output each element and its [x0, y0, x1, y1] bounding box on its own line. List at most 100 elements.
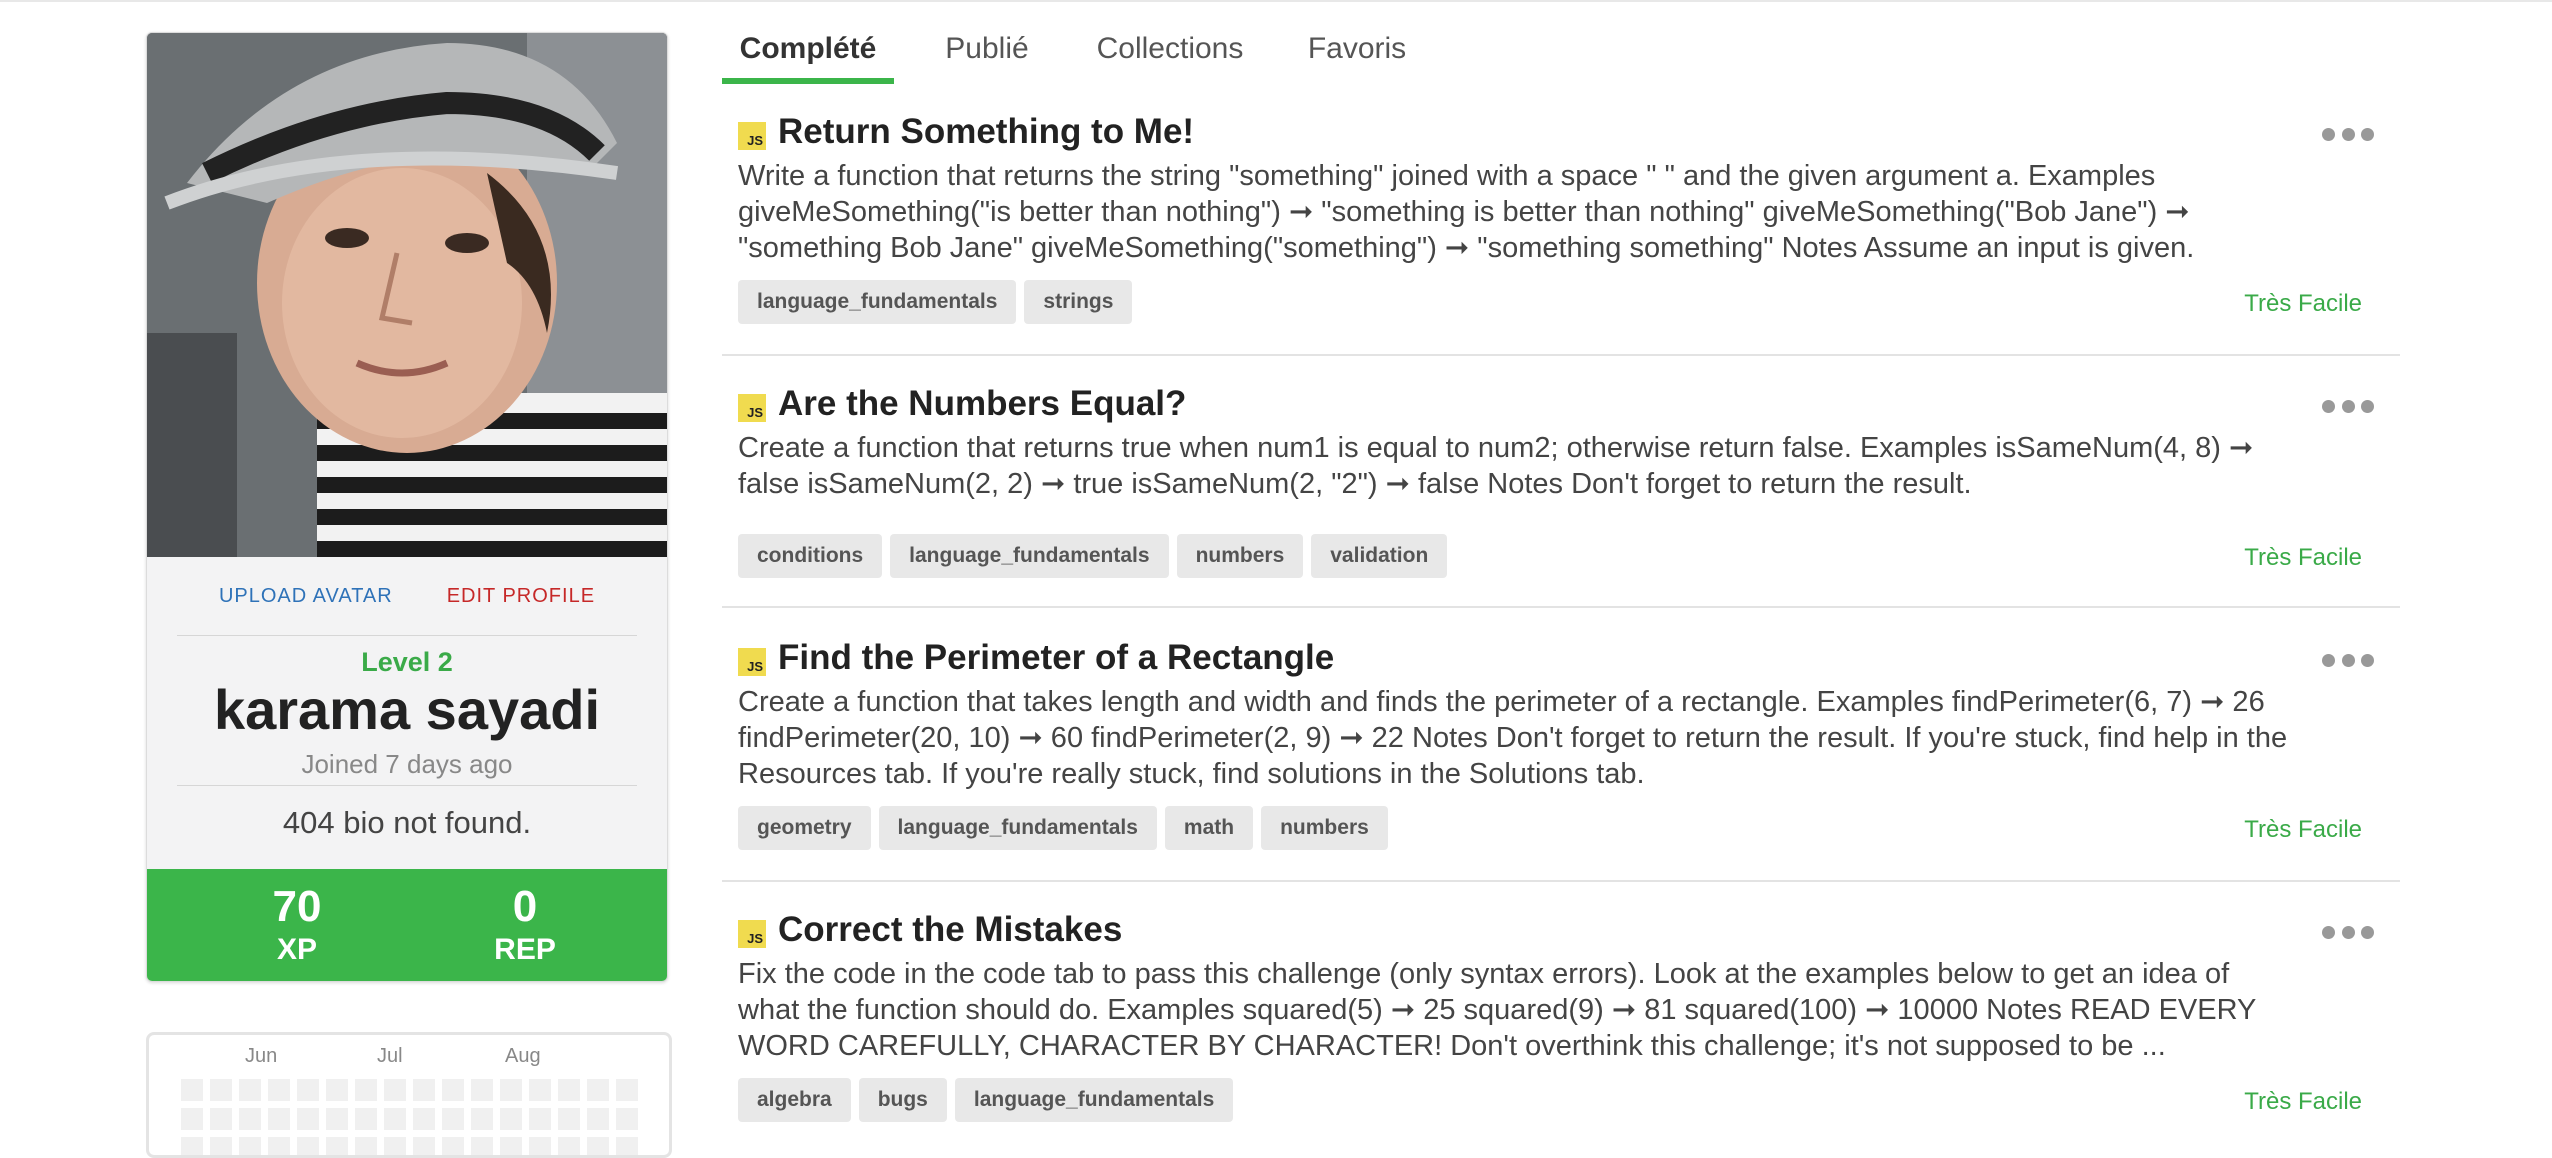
challenge-title[interactable]: Return Something to Me!	[778, 112, 1194, 152]
calendar-day-cell	[297, 1108, 319, 1130]
calendar-day-cell	[181, 1079, 203, 1101]
challenge-tags: conditions language_fundamentals numbers…	[738, 534, 1448, 578]
challenge-item: JS Return Something to Me! Write a funct…	[722, 106, 2400, 356]
calendar-day-cell	[268, 1137, 290, 1155]
calendar-month: Aug	[505, 1045, 541, 1067]
calendar-day-cell	[442, 1079, 464, 1101]
tag[interactable]: algebra	[738, 1078, 851, 1122]
more-options-icon[interactable]	[2322, 650, 2374, 670]
tab-favorites[interactable]: Favoris	[1302, 0, 1412, 82]
calendar-day-cell	[413, 1108, 435, 1130]
calendar-day-cell	[616, 1137, 638, 1155]
challenge-description: Create a function that takes length and …	[738, 686, 2288, 790]
tag[interactable]: language_fundamentals	[878, 806, 1157, 850]
challenge-description: Create a function that returns true when…	[738, 432, 2254, 500]
calendar-day-cell	[384, 1108, 406, 1130]
tag[interactable]: math	[1164, 806, 1254, 850]
challenge-item: JS Find the Perimeter of a Rectangle Cre…	[722, 632, 2400, 882]
challenge-item: JS Are the Numbers Equal? Create a funct…	[722, 378, 2400, 608]
javascript-icon: JS	[738, 122, 766, 150]
calendar-day-cell	[297, 1137, 319, 1155]
user-bio: 404 bio not found.	[282, 805, 532, 840]
activity-calendar: Jun Jul Aug	[146, 1032, 672, 1158]
difficulty-label: Très Facile	[2244, 816, 2362, 843]
difficulty-label: Très Facile	[2244, 290, 2362, 317]
xp-stat: 70 XP	[217, 881, 377, 967]
calendar-month: Jul	[377, 1045, 403, 1067]
calendar-day-cell	[413, 1137, 435, 1155]
rep-value: 0	[512, 882, 538, 931]
more-options-icon[interactable]	[2322, 396, 2374, 416]
challenge-title[interactable]: Find the Perimeter of a Rectangle	[778, 638, 1334, 678]
difficulty-label: Très Facile	[2244, 1088, 2362, 1115]
calendar-day-cell	[616, 1079, 638, 1101]
calendar-day-cell	[587, 1108, 609, 1130]
tab-published[interactable]: Publié	[934, 0, 1040, 82]
calendar-day-cell	[355, 1079, 377, 1101]
user-level: Level 2	[361, 647, 453, 677]
calendar-day-cell	[239, 1137, 261, 1155]
calendar-day-cell	[326, 1137, 348, 1155]
more-options-icon[interactable]	[2322, 922, 2374, 942]
challenge-item: JS Correct the Mistakes Fix the code in …	[722, 904, 2400, 1122]
challenge-description: Fix the code in the code tab to pass thi…	[738, 958, 2256, 1062]
calendar-day-cell	[616, 1108, 638, 1130]
profile-card: UPLOAD AVATAR EDIT PROFILE Level 2 karam…	[146, 32, 668, 982]
javascript-icon: JS	[738, 648, 766, 676]
calendar-day-cell	[413, 1079, 435, 1101]
calendar-day-cell	[587, 1079, 609, 1101]
challenge-title[interactable]: Correct the Mistakes	[778, 910, 1122, 950]
calendar-day-cell	[558, 1108, 580, 1130]
tag[interactable]: language_fundamentals	[954, 1078, 1234, 1122]
avatar-photo	[147, 33, 667, 557]
tab-collections[interactable]: Collections	[1090, 0, 1250, 82]
calendar-day-cell	[181, 1108, 203, 1130]
calendar-day-cell	[529, 1137, 551, 1155]
calendar-day-cell	[442, 1137, 464, 1155]
calendar-day-cell	[558, 1079, 580, 1101]
rep-label: REP	[494, 933, 556, 966]
javascript-icon: JS	[738, 920, 766, 948]
tag[interactable]: numbers	[1261, 806, 1388, 850]
tag[interactable]: conditions	[738, 534, 883, 578]
calendar-day-cell	[500, 1079, 522, 1101]
calendar-month: Jun	[245, 1045, 278, 1067]
tag[interactable]: numbers	[1176, 534, 1304, 578]
user-name: karama sayadi	[213, 678, 601, 741]
rep-stat: 0 REP	[445, 881, 605, 967]
challenge-tags: language_fundamentals strings	[738, 280, 1133, 324]
upload-avatar-link[interactable]: UPLOAD AVATAR	[219, 585, 393, 608]
calendar-day-cell	[210, 1108, 232, 1130]
tag[interactable]: language_fundamentals	[738, 280, 1017, 324]
calendar-day-cell	[384, 1137, 406, 1155]
calendar-day-cell	[529, 1079, 551, 1101]
tag[interactable]: language_fundamentals	[890, 534, 1169, 578]
more-options-icon[interactable]	[2322, 124, 2374, 144]
calendar-day-cell	[355, 1108, 377, 1130]
calendar-day-cell	[326, 1079, 348, 1101]
tag[interactable]: bugs	[858, 1078, 947, 1122]
tab-complete[interactable]: Complété	[722, 0, 894, 84]
challenge-title[interactable]: Are the Numbers Equal?	[778, 384, 1186, 424]
calendar-day-cell	[355, 1137, 377, 1155]
calendar-day-cell	[210, 1079, 232, 1101]
calendar-day-cell	[268, 1079, 290, 1101]
calendar-day-cell	[558, 1137, 580, 1155]
tag[interactable]: geometry	[738, 806, 871, 850]
stats-bar: 70 XP 0 REP	[147, 869, 667, 981]
calendar-day-cell	[268, 1108, 290, 1130]
tag[interactable]: validation	[1311, 534, 1448, 578]
avatar[interactable]	[147, 33, 667, 557]
calendar-day-cell	[471, 1108, 493, 1130]
joined-date: Joined 7 days ago	[301, 749, 513, 779]
calendar-day-cell	[471, 1137, 493, 1155]
calendar-day-cell	[471, 1079, 493, 1101]
tag[interactable]: strings	[1024, 280, 1133, 324]
divider	[177, 785, 637, 786]
challenge-tags: geometry language_fundamentals math numb…	[738, 806, 1388, 850]
calendar-day-cell	[239, 1108, 261, 1130]
edit-profile-link[interactable]: EDIT PROFILE	[447, 585, 595, 608]
challenge-description: Write a function that returns the string…	[738, 160, 2195, 264]
calendar-day-cell	[384, 1079, 406, 1101]
difficulty-label: Très Facile	[2244, 544, 2362, 571]
